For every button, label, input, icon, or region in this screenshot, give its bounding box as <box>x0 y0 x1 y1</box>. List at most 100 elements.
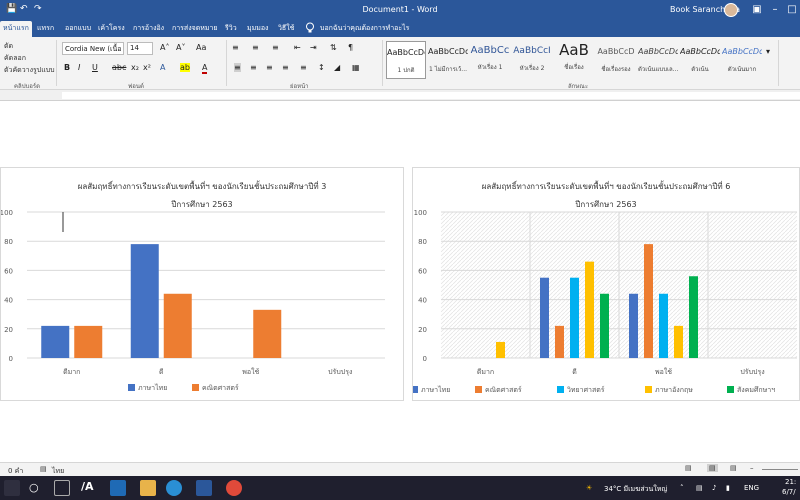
volume-icon[interactable]: ♪ <box>712 484 716 492</box>
avatar[interactable] <box>724 3 738 17</box>
chrome-icon[interactable] <box>226 480 242 496</box>
tab-review[interactable]: รีวิว <box>225 23 237 34</box>
align-center-icon[interactable]: ≡ <box>250 63 257 72</box>
numbering-icon[interactable]: ≡ <box>252 43 259 52</box>
battery-icon[interactable]: ▮ <box>726 484 730 492</box>
cortana-icon[interactable]: ○ <box>29 481 39 494</box>
multilevel-list-icon[interactable]: ≡ <box>272 43 279 52</box>
highlight-icon[interactable]: ab <box>180 63 190 72</box>
tell-me-search[interactable]: บอกฉันว่าคุณต้องการทำอะไร <box>320 23 409 34</box>
style-normal[interactable]: AaBbCcDd 1 ปกติ <box>386 41 426 79</box>
tab-help[interactable]: วิธีใช้ <box>278 23 294 34</box>
superscript-button[interactable]: x² <box>143 63 151 72</box>
maximize-icon[interactable]: □ <box>785 3 799 17</box>
clock-date[interactable]: 6/7/ <box>782 488 796 496</box>
word-icon[interactable] <box>196 480 212 496</box>
y-tick-label: 20 <box>4 326 13 334</box>
file-explorer-icon[interactable] <box>140 480 156 496</box>
tab-layout[interactable]: เค้าโครง <box>98 23 125 34</box>
thai-distributed-icon[interactable]: ≡ <box>300 63 307 72</box>
style-heading-1[interactable]: AaBbCc หัวเรื่อง 1 <box>470 41 510 79</box>
ribbon: ตัด คัดลอก ตัวคัดวางรูปแบบ คลิปบอร์ด Cor… <box>0 37 800 90</box>
web-layout-icon[interactable]: ▤ <box>730 464 737 472</box>
clock-time[interactable]: 21: <box>785 478 796 486</box>
line-spacing-icon[interactable]: ↕ <box>318 63 325 72</box>
network-icon[interactable]: ▤ <box>696 484 703 492</box>
weather-icon: ☀ <box>586 484 593 492</box>
style-emphasis[interactable]: AaBbCcDd ตัวเน้น <box>680 41 720 79</box>
y-tick-label: 60 <box>4 267 13 275</box>
style-heading-2[interactable]: AaBbCcI หัวเรื่อง 2 <box>512 41 552 79</box>
justify-icon[interactable]: ≡ <box>282 63 289 72</box>
strikethrough-button[interactable]: abc <box>112 63 126 72</box>
y-tick-label: 0 <box>9 355 13 363</box>
italic-button[interactable]: I <box>78 63 80 72</box>
copy-button[interactable]: คัดลอก <box>4 53 26 64</box>
edge-icon[interactable] <box>166 480 182 496</box>
zoom-slider[interactable] <box>762 469 798 470</box>
style-subtle-emphasis[interactable]: AaBbCcDd ตัวเน้นแบบเล... <box>638 41 678 79</box>
tab-insert[interactable]: แทรก <box>37 23 54 34</box>
cut-button[interactable]: ตัด <box>4 41 13 52</box>
tab-view[interactable]: มุมมอง <box>247 23 268 34</box>
document-area[interactable]: ผลสัมฤทธิ์ทางการเรียนระดับเขตพื้นที่ฯ ขอ… <box>0 101 800 462</box>
style-intense-emphasis[interactable]: AaBbCcDd ตัวเน้นมาก <box>722 41 762 79</box>
subscript-button[interactable]: x₂ <box>131 63 139 72</box>
weather-text[interactable]: 34°C มีเมฆส่วนใหญ่ <box>604 484 667 495</box>
style-subtitle[interactable]: AaBbCcD ชื่อเรื่องรอง <box>596 41 636 79</box>
x-tick-label: ดี <box>572 368 577 376</box>
ribbon-display-icon[interactable]: ▣ <box>750 3 764 17</box>
minimize-icon[interactable]: – <box>768 3 782 17</box>
legend-label: วิทยาศาสตร์ <box>567 386 605 394</box>
tab-mailings[interactable]: การส่งจดหมาย <box>172 23 218 34</box>
zoom-out-icon[interactable]: – <box>750 464 754 472</box>
legend-swatch <box>645 386 652 393</box>
shading-icon[interactable]: ◢ <box>334 63 340 72</box>
search-icon[interactable] <box>4 480 20 496</box>
underline-button[interactable]: U <box>92 63 98 72</box>
text-effects-icon[interactable]: A <box>160 63 165 72</box>
styles-scroll-icon[interactable]: ▾ <box>766 47 770 56</box>
y-tick-label: 0 <box>423 355 427 363</box>
font-size-field[interactable]: 14 <box>127 42 153 55</box>
horizontal-ruler[interactable] <box>0 90 800 101</box>
save-icon[interactable]: 💾 <box>6 4 17 14</box>
font-name-field[interactable]: Cordia New (เนื้อ <box>62 42 124 55</box>
decrease-indent-icon[interactable]: ⇤ <box>294 43 301 52</box>
increase-indent-icon[interactable]: ⇥ <box>310 43 317 52</box>
chart-grade-6[interactable]: ผลสัมฤทธิ์ทางการเรียนระดับเขตพื้นที่ฯ ขอ… <box>412 167 800 401</box>
task-view-icon[interactable] <box>54 480 70 496</box>
shrink-font-icon[interactable]: A˅ <box>176 43 185 52</box>
bullets-icon[interactable]: ≡ <box>232 43 239 52</box>
tab-design[interactable]: ออกแบบ <box>65 23 91 34</box>
tab-home[interactable]: หน้าแรก <box>0 21 32 37</box>
grow-font-icon[interactable]: A˄ <box>160 43 169 52</box>
sort-icon[interactable]: ⇅ <box>330 43 337 52</box>
tab-references[interactable]: การอ้างอิง <box>133 23 164 34</box>
bold-button[interactable]: B <box>64 63 70 72</box>
print-layout-icon[interactable]: ▤ <box>707 464 718 472</box>
borders-icon[interactable]: ▦ <box>352 63 360 72</box>
redo-icon[interactable]: ↷ <box>34 4 42 14</box>
style-title[interactable]: AaB ชื่อเรื่อง <box>554 41 594 79</box>
chart-grade-3[interactable]: ผลสัมฤทธิ์ทางการเรียนระดับเขตพื้นที่ฯ ขอ… <box>0 167 404 401</box>
style-no-spacing[interactable]: AaBbCcDd 1 ไม่มีการเว้... <box>428 41 468 79</box>
bar <box>659 293 668 358</box>
align-right-icon[interactable]: ≡ <box>266 63 273 72</box>
font-color-icon[interactable]: A <box>202 63 208 74</box>
input-language[interactable]: ENG <box>744 484 759 492</box>
focus-mode-icon[interactable]: ▤ <box>685 464 692 472</box>
autodesk-icon[interactable]: /A <box>81 480 94 493</box>
undo-icon[interactable]: ↶ <box>20 4 28 14</box>
change-case-icon[interactable]: Aa <box>196 43 206 52</box>
proofing-icon[interactable]: ▤ <box>40 465 47 473</box>
format-painter-button[interactable]: ตัวคัดวางรูปแบบ <box>4 65 55 76</box>
mail-icon[interactable] <box>110 480 126 496</box>
show-marks-icon[interactable]: ¶ <box>348 43 353 52</box>
chart-plot: 0 20 40 60 80 100 ดีมาก ดี พอใช้ ปรับปรุงภาษาไทย ค… <box>413 209 797 394</box>
align-left-icon[interactable]: ≡ <box>234 63 241 72</box>
bar <box>163 293 192 358</box>
legend-label: ภาษาอังกฤษ <box>655 386 693 394</box>
bar <box>253 309 282 358</box>
tray-chevron-icon[interactable]: ˄ <box>680 484 684 492</box>
